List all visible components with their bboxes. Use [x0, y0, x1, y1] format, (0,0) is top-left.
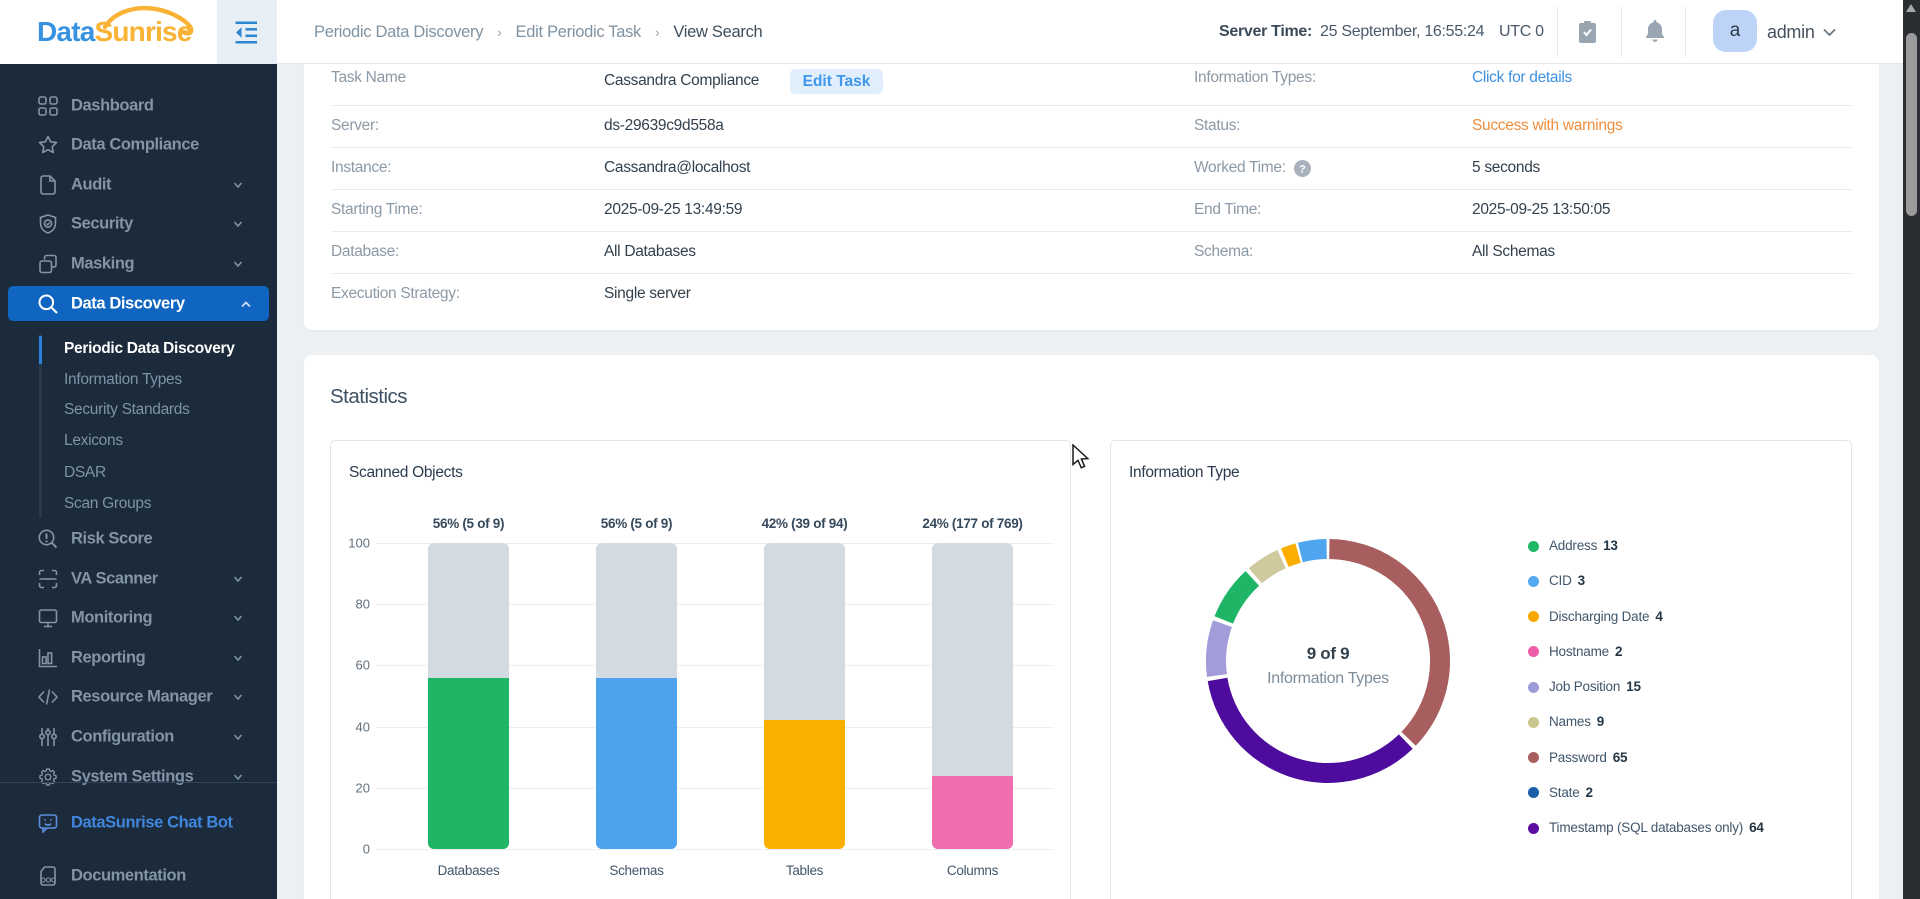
svg-text:DOC: DOC [40, 876, 56, 885]
svg-text:?: ? [1299, 164, 1306, 176]
